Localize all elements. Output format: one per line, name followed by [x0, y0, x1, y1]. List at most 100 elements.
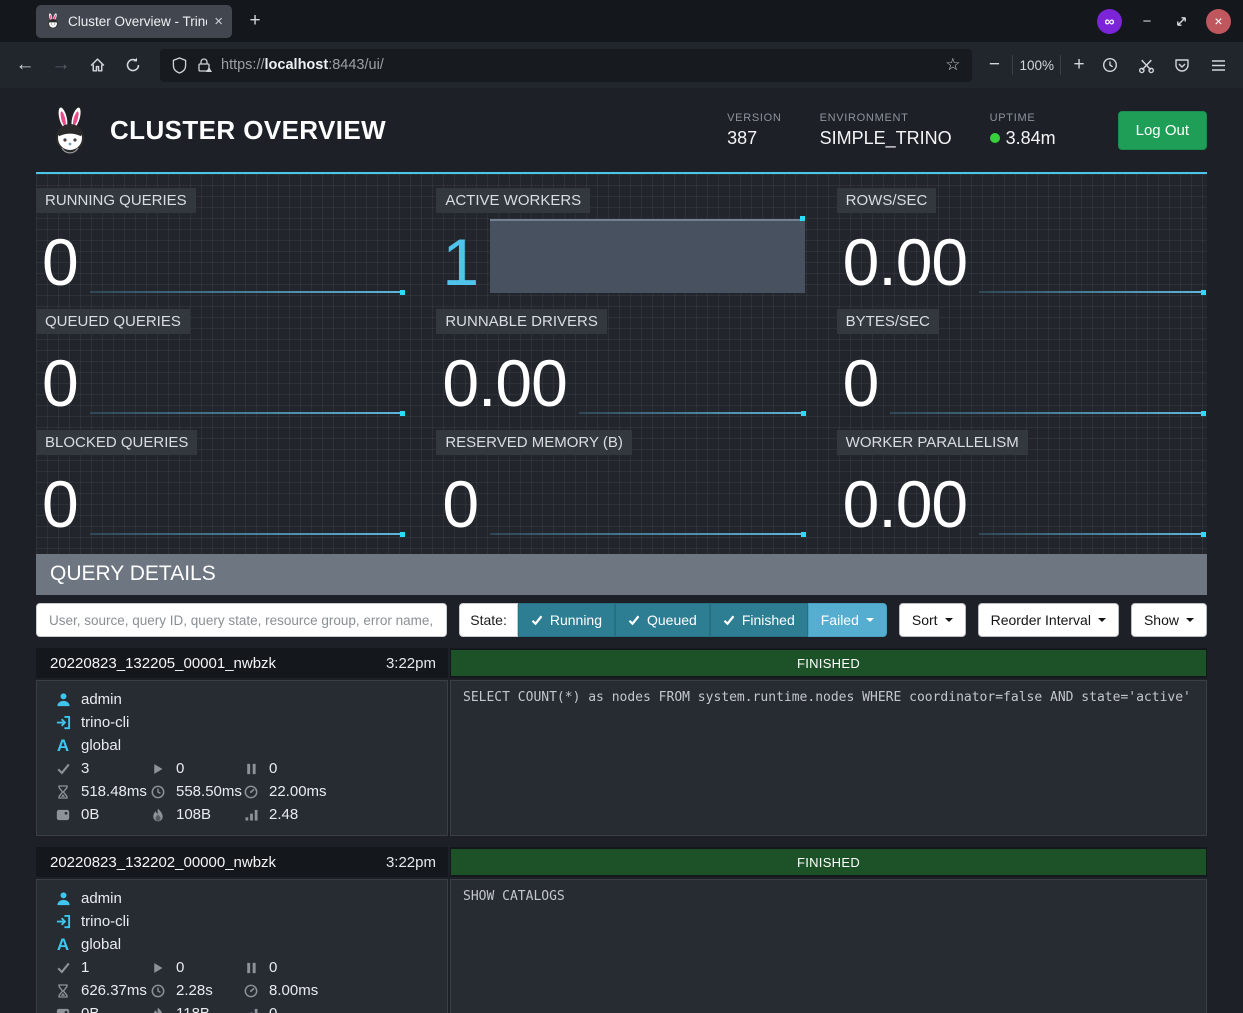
browser-tab[interactable]: Cluster Overview - Trino ×: [36, 5, 232, 38]
profile-avatar[interactable]: ∞: [1097, 9, 1122, 34]
home-icon[interactable]: [80, 48, 114, 82]
hourglass-icon: [55, 984, 71, 998]
sparkline-chart: [979, 219, 1205, 293]
query-status-badge: FINISHED: [451, 650, 1206, 676]
parallelism: 2.48: [269, 806, 298, 823]
zoom-level[interactable]: 100%: [1019, 58, 1054, 73]
reorder-interval-dropdown[interactable]: Reorder Interval: [978, 603, 1119, 637]
lock-warning-icon[interactable]: [196, 57, 212, 73]
stat-panel-queued-queries: QUEUED QUERIES 0: [36, 309, 406, 416]
resource-group-icon: A: [55, 936, 71, 953]
window-maximize-button[interactable]: [1172, 15, 1190, 28]
query-time: 3:22pm: [386, 655, 436, 672]
cumulative-memory: 108B: [176, 806, 211, 823]
chevron-down-icon: [1098, 618, 1106, 622]
reload-icon[interactable]: [116, 48, 150, 82]
user-icon: [55, 891, 71, 906]
query-sql-text[interactable]: SELECT COUNT(*) as nodes FROM system.run…: [450, 680, 1207, 836]
show-dropdown[interactable]: Show: [1131, 603, 1207, 637]
sparkline-chart: [579, 340, 805, 414]
screenshot-scissors-icon[interactable]: [1129, 48, 1163, 82]
query-row: 20220823_132202_00000_nwbzk 3:22pm FINIS…: [36, 847, 1207, 1013]
sparkline-chart: [90, 219, 405, 293]
logout-button[interactable]: Log Out: [1118, 111, 1207, 150]
filter-queued-button[interactable]: Queued: [615, 603, 710, 637]
fire-icon: [150, 1007, 166, 1013]
tracking-shield-icon[interactable]: [172, 57, 187, 74]
stat-value: 0: [42, 353, 90, 414]
check-icon: [531, 614, 543, 626]
pause-icon: [243, 962, 259, 974]
bookmark-star-icon[interactable]: ☆: [945, 55, 960, 75]
running-splits: 0: [176, 760, 184, 777]
divider: [1060, 55, 1061, 75]
stats-bars-icon: [243, 809, 259, 821]
back-button[interactable]: ←: [8, 48, 42, 82]
uptime-label: UPTIME: [990, 112, 1056, 124]
sparkline-chart: [979, 461, 1205, 535]
pocket-icon[interactable]: [1165, 48, 1199, 82]
trino-logo: [50, 105, 90, 155]
stat-value: 0.00: [843, 474, 979, 535]
cpu-time: 8.00ms: [269, 982, 318, 999]
window-minimize-button[interactable]: −: [1138, 13, 1156, 30]
divider: [1012, 55, 1013, 75]
zoom-in-button[interactable]: +: [1067, 48, 1091, 82]
trino-favicon: [45, 13, 61, 29]
stat-value: 0.00: [442, 353, 578, 414]
url-bar[interactable]: https://localhost:8443/ui/ ☆: [160, 49, 972, 82]
check-icon: [723, 614, 735, 626]
current-memory: 0B: [81, 806, 99, 823]
zoom-out-button[interactable]: −: [982, 48, 1006, 82]
fire-icon: [150, 808, 166, 822]
check-icon: [55, 961, 71, 974]
stat-value: 0: [442, 474, 490, 535]
sparkline-chart: [890, 340, 1205, 414]
tab-close-icon[interactable]: ×: [214, 14, 223, 29]
query-id-link[interactable]: 20220823_132202_00000_nwbzk: [50, 854, 386, 871]
new-tab-button[interactable]: +: [240, 6, 270, 36]
filter-failed-dropdown[interactable]: Failed: [808, 603, 887, 637]
state-filter-label: State:: [459, 603, 518, 637]
query-source: trino-cli: [81, 913, 129, 930]
filter-finished-button[interactable]: Finished: [710, 603, 808, 637]
stat-panel-blocked-queries: BLOCKED QUERIES 0: [36, 430, 406, 537]
version-value: 387: [727, 128, 781, 149]
url-text[interactable]: https://localhost:8443/ui/: [221, 57, 936, 73]
filter-running-button[interactable]: Running: [518, 603, 615, 637]
sort-dropdown[interactable]: Sort: [899, 603, 966, 637]
play-icon: [150, 763, 166, 775]
stat-panel-running-queries: RUNNING QUERIES 0: [36, 188, 406, 295]
browser-tab-bar: Cluster Overview - Trino × + ∞ − ×: [0, 0, 1243, 42]
query-status-badge: FINISHED: [451, 849, 1206, 875]
queued-splits: 0: [269, 760, 277, 777]
query-sql-text[interactable]: SHOW CATALOGS: [450, 879, 1207, 1013]
forward-button[interactable]: →: [44, 48, 78, 82]
pause-icon: [243, 763, 259, 775]
menu-hamburger-icon[interactable]: [1201, 48, 1235, 82]
log-in-icon: [55, 914, 71, 929]
query-details-header: QUERY DETAILS: [36, 554, 1207, 595]
query-filter-toolbar: State: Running Queued Finished Failed So…: [36, 603, 1207, 637]
hdd-icon: [55, 809, 71, 821]
query-search-input[interactable]: [36, 603, 447, 637]
site-header: CLUSTER OVERVIEW VERSION 387 ENVIRONMENT…: [36, 88, 1207, 174]
log-in-icon: [55, 715, 71, 730]
stat-label: BLOCKED QUERIES: [36, 430, 197, 455]
query-resource-group: global: [81, 936, 121, 953]
stat-panel-bytes-sec: BYTES/SEC 0: [837, 309, 1207, 416]
window-close-button[interactable]: ×: [1206, 9, 1231, 34]
stats-bars-icon: [243, 1008, 259, 1013]
stat-label: ACTIVE WORKERS: [436, 188, 590, 213]
page-title: CLUSTER OVERVIEW: [110, 115, 386, 146]
resource-group-icon: A: [55, 737, 71, 754]
queued-time: 518.48ms: [81, 783, 147, 800]
query-user: admin: [81, 691, 122, 708]
gauge-icon: [243, 984, 259, 998]
stat-label: RESERVED MEMORY (B): [436, 430, 632, 455]
stat-label: RUNNABLE DRIVERS: [436, 309, 607, 334]
clock-icon: [150, 984, 166, 998]
history-clock-icon[interactable]: [1093, 48, 1127, 82]
elapsed-time: 2.28s: [176, 982, 213, 999]
query-id-link[interactable]: 20220823_132205_00001_nwbzk: [50, 655, 386, 672]
